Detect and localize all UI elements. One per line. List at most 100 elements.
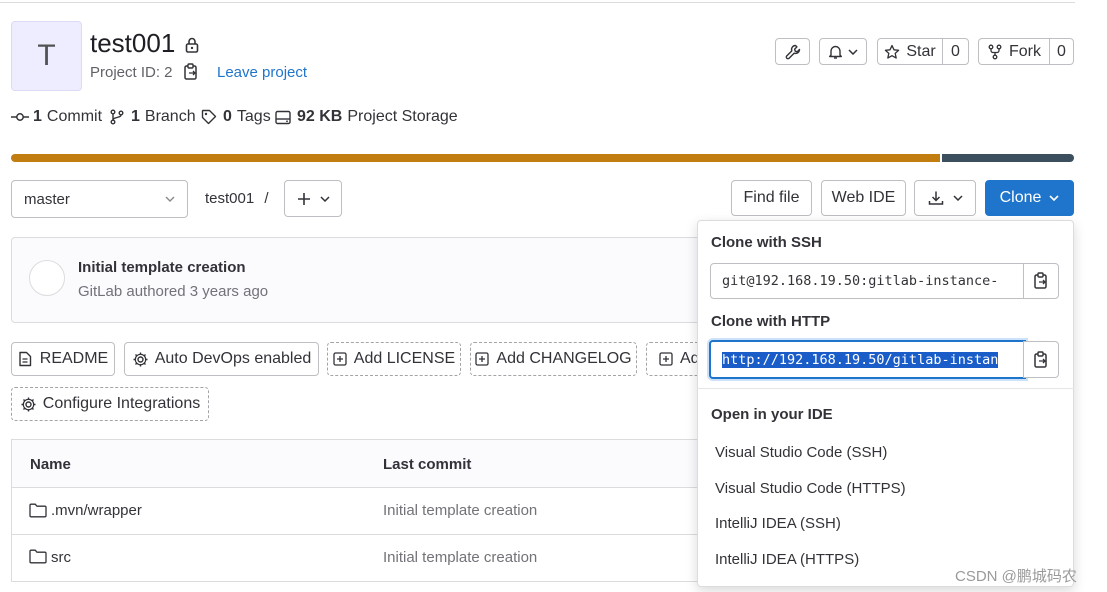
settings-button[interactable] [775,38,810,65]
open-intellij-https[interactable]: IntelliJ IDEA (HTTPS) [715,551,859,568]
branch-icon [110,109,124,125]
web-ide-button[interactable]: Web IDE [821,180,906,216]
readme-button[interactable]: README [11,342,115,376]
branches-label: Branch [144,108,196,125]
fork-icon [988,44,1002,59]
watermark: CSDN @鹏城码农 [955,568,1077,585]
chevron-down-icon [165,196,175,202]
commit-meta: GitLab authored 3 years ago [78,283,269,300]
add-changelog-button[interactable]: Add CHANGELOG [470,342,637,376]
project-avatar: T [11,21,82,91]
open-intellij-ssh[interactable]: IntelliJ IDEA (SSH) [715,515,841,532]
download-icon [928,191,943,205]
commit-author-avatar[interactable] [29,260,65,296]
auto-devops-button[interactable]: Auto DevOps enabled [124,342,319,376]
file-last-commit[interactable]: Initial template creation [383,502,537,519]
branches-count: 1 [131,108,140,125]
tags-count: 0 [223,108,232,125]
branch-selector[interactable]: master [11,180,188,218]
project-id: Project ID: 2 [90,64,173,81]
commit-icon [11,113,29,121]
chevron-down-icon [319,195,330,202]
folder-icon [29,503,47,518]
project-avatar-letter: T [37,39,56,72]
auto-devops-label: Auto DevOps enabled [154,350,312,367]
add-license-button[interactable]: Add LICENSE [327,342,461,376]
fork-label: Fork [1009,42,1041,60]
tags-stat[interactable]: 0 Tags [201,108,271,126]
add-to-tree-button[interactable] [284,180,342,217]
copy-icon [1034,350,1047,368]
star-icon [885,44,900,59]
clone-ssh-heading: Clone with SSH [711,234,822,251]
copy-http-button[interactable] [1023,341,1059,378]
commits-count: 1 [33,108,42,125]
fork-count[interactable]: 0 [1049,38,1074,65]
storage-value: 92 KB [297,108,343,125]
language-bar-primary[interactable] [11,154,940,162]
column-name: Name [30,456,71,473]
chevron-down-icon [952,195,963,201]
dropdown-divider [697,388,1074,389]
language-bar-secondary[interactable] [942,154,1074,162]
file-name[interactable]: .mvn/wrapper [51,502,142,519]
doc-icon [19,351,31,367]
top-divider [0,2,1075,3]
breadcrumb: test001 / [205,190,269,207]
gear-icon [133,352,148,366]
storage-stat[interactable]: 92 KB Project Storage [275,108,458,126]
last-commit-panel [11,237,701,323]
table-row[interactable] [11,535,701,582]
clone-ssh-input[interactable]: git@192.168.19.50:gitlab-instance- [710,263,1024,299]
chevron-down-icon [848,48,858,55]
plus-icon [297,192,310,205]
tag-icon [201,109,217,125]
commits-stat[interactable]: 1 Commit [11,108,102,126]
file-table-header [11,439,701,488]
clone-label: Clone [999,189,1042,206]
star-count[interactable]: 0 [942,38,969,65]
clone-http-heading: Clone with HTTP [711,313,831,330]
file-name[interactable]: src [51,549,71,566]
find-file-button[interactable]: Find file [731,180,812,216]
storage-label: Project Storage [347,108,458,125]
clone-http-input[interactable]: http://192.168.19.50/gitlab-instan [709,340,1026,379]
commit-title[interactable]: Initial template creation [78,259,246,276]
folder-icon [29,549,47,564]
clone-button[interactable]: Clone [985,180,1074,216]
clone-http-url: http://192.168.19.50/gitlab-instan [722,351,999,368]
ide-heading: Open in your IDE [711,406,833,423]
breadcrumb-separator: / [264,190,269,207]
branches-stat[interactable]: 1 Branch [110,108,196,126]
plus-square-icon [475,352,490,366]
commits-label: Commit [46,108,103,125]
copy-ssh-button[interactable] [1023,263,1059,299]
star-label: Star [906,42,936,60]
breadcrumb-project[interactable]: test001 [205,190,254,207]
storage-icon [275,110,291,124]
tags-label: Tags [236,108,271,125]
open-vscode-https[interactable]: Visual Studio Code (HTTPS) [715,480,906,497]
leave-project-link[interactable]: Leave project [217,64,307,81]
column-last-commit: Last commit [383,456,472,473]
configure-integrations-label: Configure Integrations [42,395,201,412]
file-last-commit[interactable]: Initial template creation [383,549,537,566]
branch-name: master [24,190,70,208]
plus-square-icon [333,352,347,366]
gear-icon [21,397,36,411]
star-button[interactable]: Star [877,38,943,65]
copy-project-id-icon[interactable] [183,63,199,81]
download-button[interactable] [914,180,976,216]
bell-icon [829,45,842,59]
fork-button[interactable]: Fork [978,38,1050,65]
add-license-label: Add LICENSE [353,350,456,367]
add-changelog-label: Add CHANGELOG [496,350,632,367]
plus-square-icon [659,352,673,366]
project-title: test001 [90,28,176,58]
open-vscode-ssh[interactable]: Visual Studio Code (SSH) [715,444,887,461]
readme-label: README [39,350,109,367]
chevron-down-icon [1049,195,1059,201]
lock-icon [185,37,199,53]
notifications-button[interactable] [819,38,867,65]
configure-integrations-button[interactable]: Configure Integrations [11,387,209,421]
